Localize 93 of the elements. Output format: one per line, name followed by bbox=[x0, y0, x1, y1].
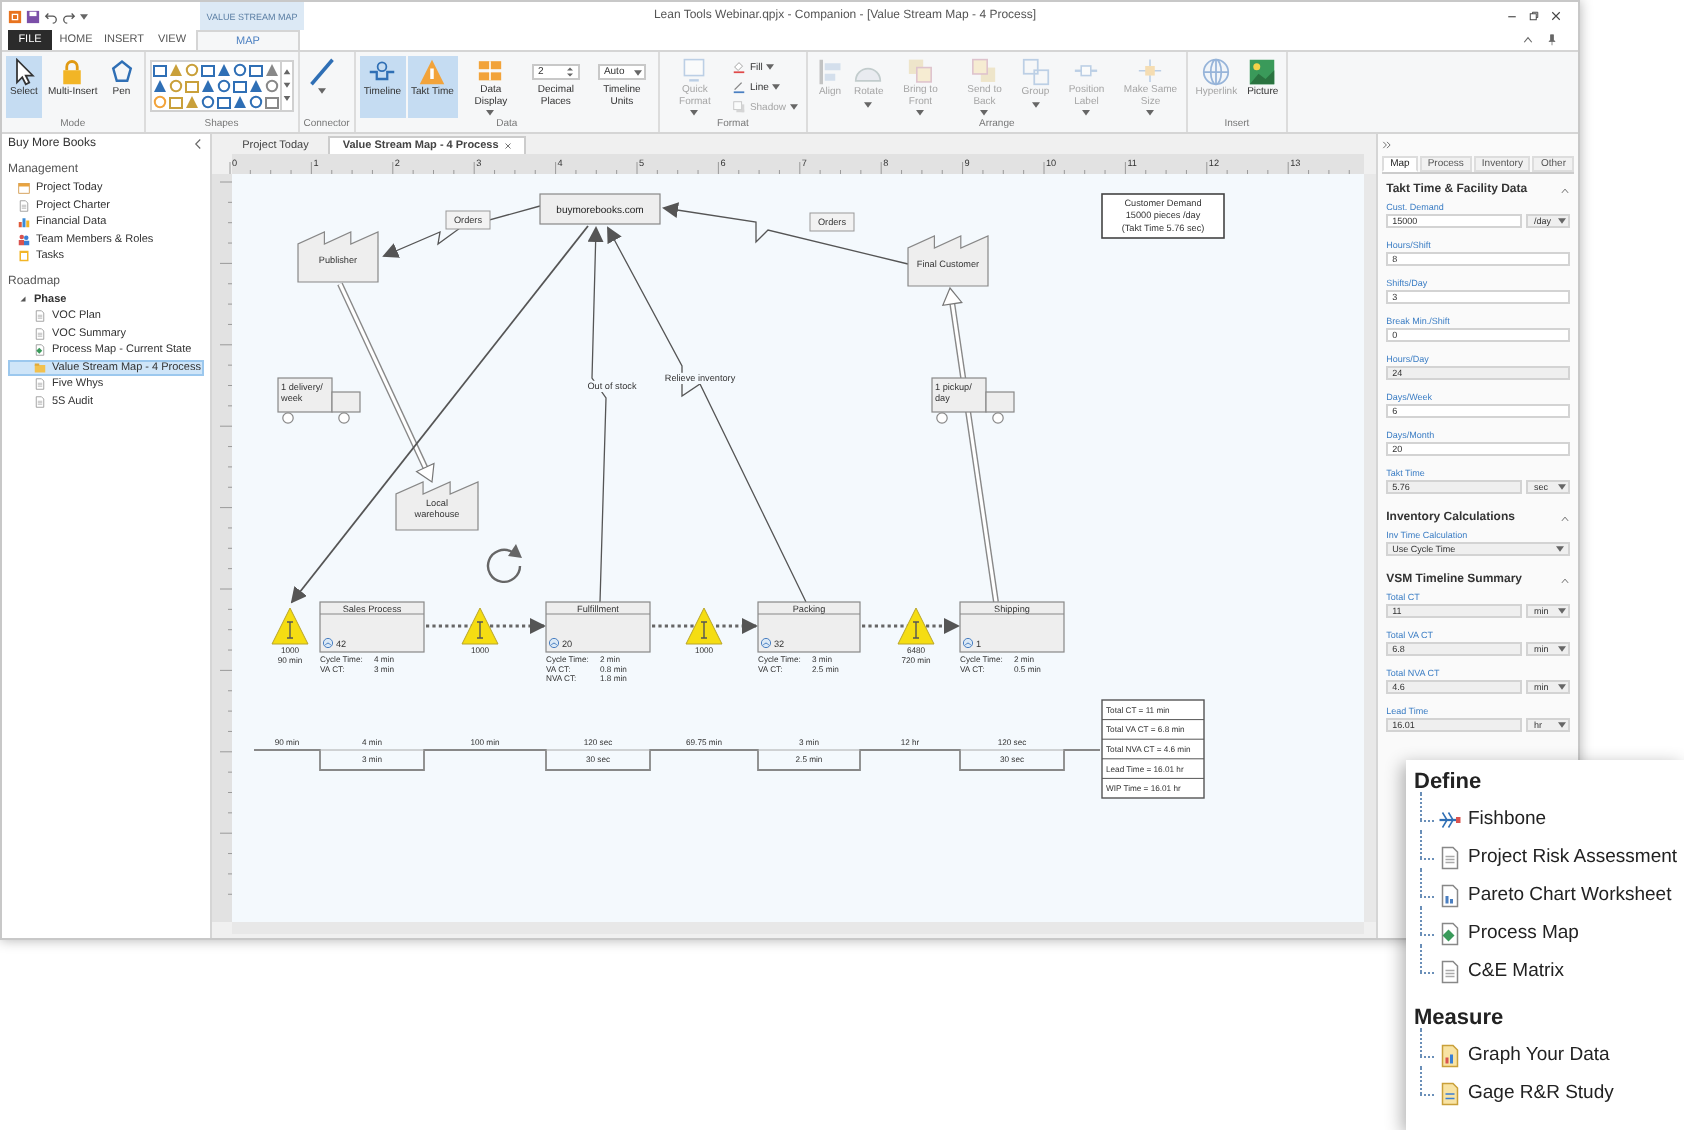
bar-chart-icon bbox=[18, 216, 30, 229]
caret-icon bbox=[1558, 646, 1566, 652]
operator-icon bbox=[963, 637, 974, 649]
totals-table bbox=[1101, 699, 1205, 799]
inventory-triangle bbox=[897, 607, 935, 645]
close-icon[interactable] bbox=[1550, 10, 1562, 22]
document-icon bbox=[1438, 959, 1462, 983]
caret-icon bbox=[1558, 608, 1566, 614]
push-arrow bbox=[862, 618, 961, 634]
timeline-icon bbox=[368, 58, 397, 86]
minimize-icon[interactable] bbox=[1506, 10, 1518, 22]
scrollbar[interactable] bbox=[232, 922, 1365, 934]
pin-icon[interactable] bbox=[1546, 34, 1558, 46]
calendar-icon bbox=[18, 182, 30, 195]
expand-panel-icon[interactable] bbox=[1382, 139, 1393, 149]
truck-drawing bbox=[277, 377, 361, 424]
rotate-arrow-icon[interactable] bbox=[487, 544, 523, 583]
scrollbar[interactable] bbox=[1364, 174, 1377, 922]
globe-icon bbox=[1202, 58, 1231, 86]
document-icon bbox=[18, 199, 30, 212]
diagram-document-icon bbox=[1438, 921, 1462, 945]
expand-arrow-icon[interactable] bbox=[18, 294, 28, 305]
shape-thumbnails-icon bbox=[151, 62, 280, 110]
restore-icon[interactable] bbox=[1528, 10, 1540, 22]
group-heading: Define bbox=[1414, 767, 1484, 797]
line-icon bbox=[307, 58, 336, 86]
inventory-triangle bbox=[461, 607, 499, 645]
pentagon-icon bbox=[107, 58, 136, 86]
operator-icon bbox=[323, 637, 334, 649]
tree-item[interactable]: Graph Your Data bbox=[1414, 1036, 1684, 1074]
data-panels-icon bbox=[476, 58, 505, 84]
tree-item[interactable]: Project Risk Assessment bbox=[1414, 838, 1684, 876]
save-icon[interactable] bbox=[26, 9, 40, 23]
caret-icon bbox=[1558, 484, 1566, 490]
pencil-icon bbox=[731, 80, 746, 94]
gallery-scroll-icon[interactable] bbox=[279, 62, 292, 110]
truck-drawing bbox=[931, 377, 1015, 424]
shadow-square-icon bbox=[731, 100, 746, 114]
cursor-icon bbox=[10, 58, 38, 86]
paint-bucket-icon bbox=[731, 60, 746, 74]
diagram-document-icon bbox=[34, 344, 46, 357]
operator-icon bbox=[549, 637, 560, 649]
spin-arrows-icon bbox=[563, 66, 576, 78]
document-icon bbox=[34, 378, 46, 391]
process-box bbox=[959, 601, 1065, 653]
process-box bbox=[545, 601, 651, 653]
fishbone-icon bbox=[1438, 807, 1462, 831]
document-icon bbox=[1438, 1081, 1462, 1105]
collapse-ribbon-icon[interactable] bbox=[1522, 34, 1534, 46]
align-icon bbox=[816, 58, 845, 86]
triangle-icon bbox=[418, 58, 447, 86]
padlock-icon bbox=[58, 58, 87, 86]
tree-item[interactable]: Pareto Chart Worksheet bbox=[1414, 876, 1684, 914]
monitor-icon bbox=[680, 58, 709, 84]
inventory-triangle bbox=[685, 607, 723, 645]
tree-item[interactable]: Fishbone bbox=[1414, 800, 1684, 838]
undo-icon[interactable] bbox=[44, 9, 58, 23]
caret-icon bbox=[80, 13, 88, 19]
process-box bbox=[757, 601, 861, 653]
document-icon bbox=[1438, 845, 1462, 869]
people-icon bbox=[18, 233, 30, 246]
group-icon bbox=[1021, 58, 1050, 86]
caret-icon bbox=[1558, 684, 1566, 690]
redo-icon[interactable] bbox=[62, 9, 76, 23]
group-heading: Measure bbox=[1414, 1003, 1506, 1033]
document-icon bbox=[34, 310, 46, 323]
tree-item[interactable]: Process Map bbox=[1414, 914, 1684, 952]
clipboard-icon bbox=[18, 250, 30, 263]
layers-icon bbox=[970, 58, 999, 84]
bar-document-icon bbox=[1438, 883, 1462, 907]
push-arrow bbox=[652, 618, 759, 634]
chart-document-icon bbox=[1438, 1043, 1462, 1067]
collapse-icon[interactable] bbox=[192, 138, 205, 150]
picture-icon bbox=[1248, 58, 1277, 86]
document-icon bbox=[34, 327, 46, 340]
tree-item[interactable]: C&E Matrix bbox=[1414, 952, 1684, 990]
app-logo-icon[interactable] bbox=[8, 9, 22, 23]
close-icon[interactable] bbox=[504, 142, 513, 150]
company-box bbox=[539, 193, 661, 225]
operator-icon bbox=[761, 637, 772, 649]
tree-item[interactable]: Gage R&R Study bbox=[1414, 1074, 1684, 1112]
layers-icon bbox=[906, 58, 935, 84]
resize-icon bbox=[1136, 58, 1165, 84]
caret-icon bbox=[1558, 218, 1566, 224]
caret-icon bbox=[1558, 722, 1566, 728]
process-box bbox=[319, 601, 425, 653]
caret-icon bbox=[633, 69, 642, 75]
caret-icon bbox=[1556, 546, 1564, 552]
document-icon bbox=[34, 395, 46, 408]
folder-icon bbox=[34, 361, 46, 374]
inventory-triangle bbox=[271, 607, 309, 645]
push-arrow bbox=[426, 618, 547, 634]
shape-gallery[interactable] bbox=[149, 60, 294, 112]
